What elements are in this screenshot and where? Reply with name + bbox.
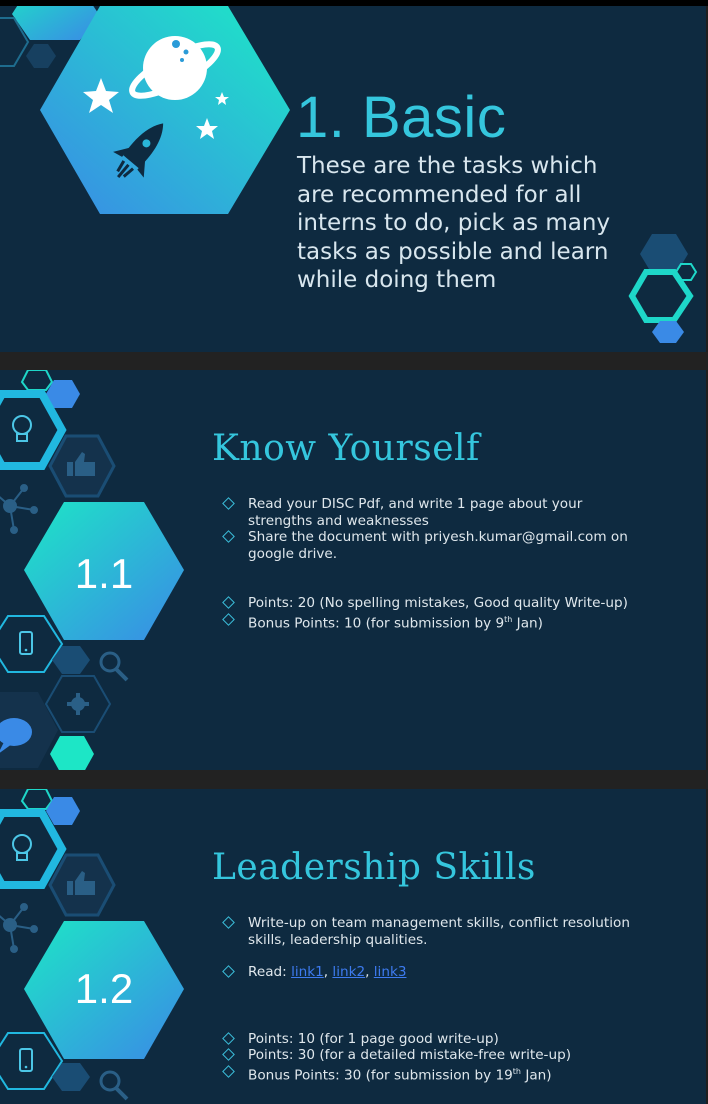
- slide3-decor: [0, 789, 184, 1101]
- list-item: Points: 10 (for 1 page good write-up): [222, 1031, 640, 1048]
- network-icon: [0, 484, 38, 534]
- bonus-text-end: Jan): [521, 1067, 552, 1084]
- spacer: [222, 981, 640, 1031]
- magnifier-icon: [99, 651, 129, 682]
- list-item: Bonus Points: 10 (for submission by 9th …: [222, 612, 640, 632]
- bonus-text-end: Jan): [512, 615, 543, 632]
- slide-know-yourself[interactable]: 1.1 Know Yourself Read your DISC Pdf, an…: [0, 370, 706, 770]
- points-text: Points: 10 (for 1 page good write-up): [248, 1030, 499, 1047]
- ordinal-suffix: th: [512, 1066, 521, 1076]
- hex-small: [50, 736, 94, 770]
- bullet-text: Share the document with priyesh.kumar@gm…: [248, 529, 628, 562]
- bullet-text: Read your DISC Pdf, and write 1 page abo…: [248, 496, 583, 529]
- section-title: Leadership Skills: [212, 847, 536, 888]
- spacer: [222, 562, 640, 595]
- slide-separator: [0, 352, 708, 370]
- diamond-bullet-icon: [222, 612, 235, 626]
- hex-decoration: [640, 234, 688, 274]
- list-item: Read your DISC Pdf, and write 1 page abo…: [222, 496, 640, 529]
- link-2[interactable]: link2: [332, 964, 365, 980]
- diamond-bullet-icon: [222, 965, 235, 978]
- gear-icon: [67, 693, 89, 715]
- hex-small: [26, 44, 56, 68]
- section-number: 1.1: [74, 550, 134, 597]
- points-text: Points: 20 (No spelling mistakes, Good q…: [248, 595, 628, 611]
- hex-outline: [674, 263, 698, 281]
- hex-lightbulb: [0, 809, 67, 889]
- list-item: Write-up on team management skills, conf…: [222, 915, 640, 948]
- section-title: Know Yourself: [212, 428, 480, 469]
- points-text: Points: 30 (for a detailed mistake-free …: [248, 1047, 572, 1063]
- section-number: 1.2: [74, 965, 134, 1012]
- diamond-bullet-icon: [222, 1048, 235, 1061]
- link-separator: ,: [365, 964, 374, 980]
- list-item: Points: 30 (for a detailed mistake-free …: [222, 1047, 640, 1064]
- diamond-bullet-icon: [222, 1064, 235, 1078]
- diamond-bullet-icon: [222, 916, 235, 929]
- hex-outline: [20, 370, 54, 391]
- list-item: Points: 20 (No spelling mistakes, Good q…: [222, 595, 640, 612]
- phone-icon: [19, 631, 33, 655]
- diamond-bullet-icon: [222, 1031, 235, 1045]
- slide-separator: [0, 770, 708, 789]
- task-list: Write-up on team management skills, conf…: [222, 915, 640, 1084]
- diamond-bullet-icon: [222, 530, 235, 543]
- hex-outline: [20, 789, 54, 810]
- magnifier-icon: [99, 1070, 129, 1101]
- spacer: [222, 948, 640, 964]
- bullet-text: Write-up on team management skills, conf…: [248, 915, 630, 948]
- diamond-bullet-icon: [222, 497, 235, 510]
- network-icon: [0, 903, 38, 953]
- phone-icon: [19, 1048, 33, 1072]
- section-description: These are the tasks which are recommende…: [297, 153, 611, 293]
- task-list: Read your DISC Pdf, and write 1 page abo…: [222, 496, 640, 632]
- list-item: Bonus Points: 30 (for submission by 19th…: [222, 1064, 640, 1084]
- slide-leadership-skills[interactable]: 1.2 Leadership Skills Write-up on team m…: [0, 789, 706, 1104]
- hex-small: [652, 321, 684, 343]
- section-title: 1. Basic: [296, 85, 507, 150]
- bonus-text: Bonus Points: 30 (for submission by 19: [248, 1067, 513, 1084]
- list-item: Share the document with priyesh.kumar@gm…: [222, 529, 640, 562]
- link-1[interactable]: link1: [291, 964, 324, 980]
- slide-basic[interactable]: 1. Basic These are the tasks which are r…: [0, 6, 706, 352]
- list-item: Read: link1, link2, link3: [222, 964, 640, 981]
- link-3[interactable]: link3: [374, 964, 407, 980]
- read-label: Read:: [248, 964, 292, 980]
- bonus-text: Bonus Points: 10 (for submission by 9: [248, 615, 505, 632]
- diamond-bullet-icon: [222, 596, 235, 609]
